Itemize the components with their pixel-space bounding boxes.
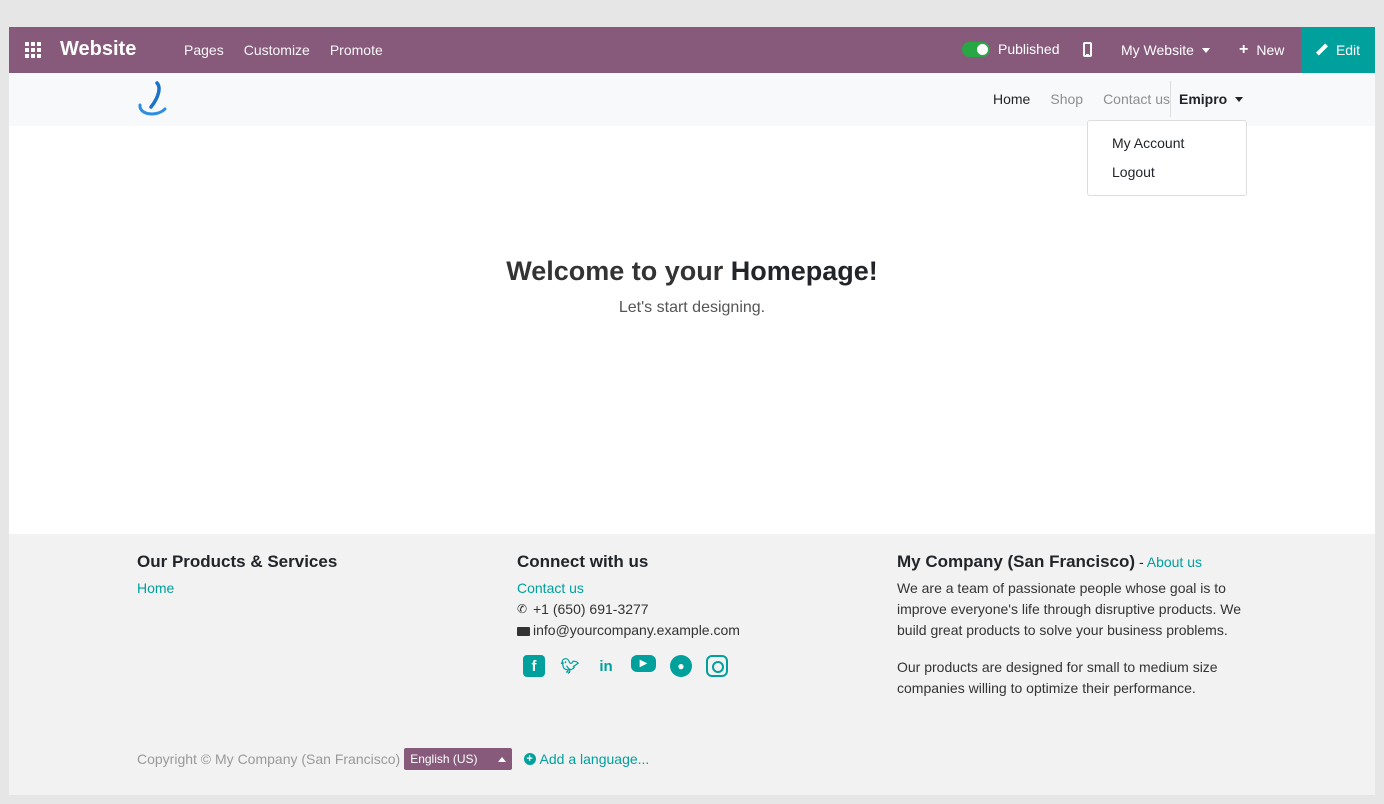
browser-viewport: Website Pages Customize Promote Publishe… — [9, 27, 1375, 795]
hero-title-suffix: ! — [868, 256, 878, 286]
company-description-1: We are a team of passionate people whose… — [897, 580, 1242, 638]
user-dropdown-menu: My Account Logout — [1087, 120, 1247, 196]
footer-connect-heading: Connect with us — [517, 552, 649, 571]
user-name: Emipro — [1179, 91, 1228, 107]
my-website-dropdown[interactable]: My Website — [1121, 42, 1210, 58]
caret-up-icon — [497, 756, 506, 762]
hero-title-bold: Homepage — [730, 256, 869, 286]
menu-pages[interactable]: Pages — [184, 42, 224, 58]
site-logo[interactable] — [137, 81, 169, 119]
toggle-switch-icon[interactable] — [962, 41, 990, 57]
menu-promote[interactable]: Promote — [330, 42, 383, 58]
user-menu[interactable]: Emipro — [1179, 91, 1244, 107]
github-icon[interactable]: ● — [670, 655, 692, 677]
footer-phone: +1 (650) 691-3277 — [517, 599, 740, 620]
footer-company-column: My Company (San Francisco) - About us We… — [897, 552, 1247, 715]
publish-toggle[interactable]: Published — [962, 41, 1060, 57]
copyright-text: Copyright © My Company (San Francisco) — [137, 751, 401, 767]
footer-email: info@yourcompany.example.com — [517, 620, 740, 641]
nav-divider — [1170, 81, 1171, 117]
add-language-link[interactable]: + Add a language... — [523, 751, 650, 767]
new-label: New — [1256, 42, 1285, 58]
language-label: English (US) — [410, 752, 478, 766]
menu-item-logout[interactable]: Logout — [1088, 158, 1246, 187]
edit-button[interactable]: Edit — [1301, 27, 1375, 73]
site-nav: Home Shop Contact us — [993, 91, 1190, 107]
site-header: Home Shop Contact us Emipro — [9, 73, 1375, 126]
app-title: Website — [60, 38, 137, 60]
hero-subtitle: Let's start designing. — [618, 299, 766, 316]
edit-label: Edit — [1335, 42, 1361, 58]
caret-down-icon — [1201, 47, 1210, 53]
plus-icon: + — [1239, 41, 1249, 58]
twitter-icon[interactable]: 🐦︎ — [559, 655, 581, 677]
menu-item-my-account[interactable]: My Account — [1088, 129, 1246, 158]
footer-home-link[interactable]: Home — [137, 578, 337, 599]
nav-shop[interactable]: Shop — [1050, 91, 1083, 107]
company-name: My Company (San Francisco) — [897, 552, 1136, 571]
add-language-label: Add a language... — [539, 751, 650, 767]
apps-grid-icon[interactable] — [25, 42, 41, 58]
envelope-icon — [517, 625, 530, 637]
about-us-link[interactable]: About us — [1147, 554, 1202, 570]
instagram-icon[interactable] — [706, 655, 728, 677]
footer-contact-link[interactable]: Contact us — [517, 578, 740, 599]
youtube-icon[interactable]: ▶ — [631, 655, 656, 672]
my-website-label: My Website — [1121, 42, 1194, 58]
heading-separator: - — [1135, 554, 1147, 570]
mobile-preview-icon[interactable] — [1083, 42, 1092, 57]
hero-title-prefix: Welcome to your — [506, 256, 731, 286]
top-menu: Pages Customize Promote — [184, 42, 383, 58]
language-selector[interactable]: English (US) — [404, 748, 512, 770]
facebook-icon[interactable]: f — [523, 655, 545, 677]
phone-number: +1 (650) 691-3277 — [533, 601, 649, 617]
caret-down-icon — [1235, 96, 1244, 102]
company-description-2: Our products are designed for small to m… — [897, 659, 1218, 696]
footer-company-heading: My Company (San Francisco) - About us — [897, 552, 1247, 572]
pencil-icon — [1316, 44, 1328, 56]
nav-contact[interactable]: Contact us — [1103, 91, 1170, 107]
plus-circle-icon: + — [523, 753, 536, 765]
footer-connect-column: Connect with us Contact us +1 (650) 691-… — [517, 552, 740, 677]
new-button[interactable]: + New — [1239, 41, 1285, 59]
nav-home[interactable]: Home — [993, 91, 1030, 107]
hero-section: Welcome to your Homepage! Let's start de… — [9, 256, 1375, 317]
published-label: Published — [998, 41, 1060, 57]
linkedin-icon[interactable]: in — [595, 655, 617, 677]
site-footer: Our Products & Services Home Connect wit… — [9, 534, 1375, 795]
footer-products-column: Our Products & Services Home — [137, 552, 337, 599]
email-address: info@yourcompany.example.com — [533, 622, 740, 638]
footer-products-heading: Our Products & Services — [137, 552, 338, 571]
copyright-bar: Copyright © My Company (San Francisco) E… — [137, 748, 649, 770]
hero-title: Welcome to your Homepage! — [9, 256, 1375, 287]
social-links: f 🐦︎ in ▶ ● — [523, 655, 740, 677]
menu-customize[interactable]: Customize — [244, 42, 310, 58]
phone-icon — [517, 599, 529, 620]
editor-topbar: Website Pages Customize Promote Publishe… — [9, 27, 1375, 73]
